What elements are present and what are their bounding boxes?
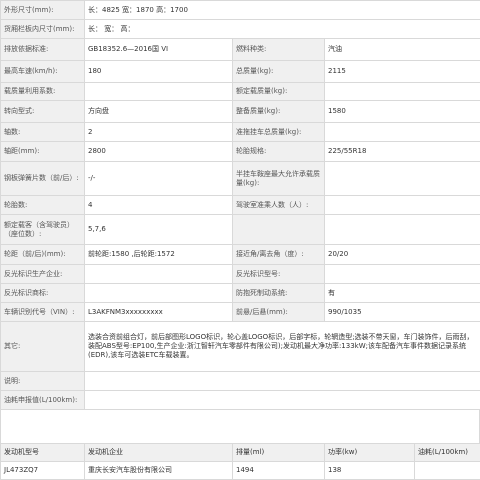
spec-row: 说明: xyxy=(1,372,480,391)
spec-label: 防抱死制动系统: xyxy=(233,284,325,303)
spec-row: 油耗申报值(L/100km): xyxy=(1,391,480,410)
engine-cell: 1494 xyxy=(233,462,325,480)
spec-value xyxy=(325,215,480,245)
engine-column-header: 排量(ml) xyxy=(233,444,325,462)
spec-value: 180 xyxy=(85,61,233,83)
spec-label: 排放依据标准: xyxy=(1,39,85,61)
spec-value: 225/55R18 xyxy=(325,142,480,162)
spec-row: 转向型式:方向盘整备质量(kg):1580 xyxy=(1,101,480,123)
spec-value xyxy=(325,196,480,215)
spec-row: 其它:选装合资前组合灯，前后部图形LOGO标识，轮心盖LOGO标识，后部字标，轮… xyxy=(1,322,480,372)
spec-label: 反光标识型号: xyxy=(233,265,325,284)
spec-value xyxy=(85,265,233,284)
spec-value: L3AKFNM3xxxxxxxxx xyxy=(85,303,233,322)
spec-label: 外形尺寸(mm): xyxy=(1,1,85,20)
spec-row: 轴距(mm):2800轮胎规格:225/55R18 xyxy=(1,142,480,162)
spec-label: 燃料种类: xyxy=(233,39,325,61)
spec-label xyxy=(233,215,325,245)
spec-label: 油耗申报值(L/100km): xyxy=(1,391,85,410)
engine-cell xyxy=(415,462,480,480)
spec-row: 外形尺寸(mm):长：4825 宽：1870 高：1700 xyxy=(1,1,480,20)
spec-row: 车辆识别代号（VIN）:L3AKFNM3xxxxxxxxx前悬/后悬(mm):9… xyxy=(1,303,480,322)
spec-label: 总质量(kg): xyxy=(233,61,325,83)
spec-label: 轴距(mm): xyxy=(1,142,85,162)
spec-value: GB18352.6—2016国 VI xyxy=(85,39,233,61)
spec-label: 轮胎数: xyxy=(1,196,85,215)
spec-row: 反光标识生产企业: 反光标识型号: xyxy=(1,265,480,284)
spec-value xyxy=(325,123,480,142)
spec-value xyxy=(85,284,233,303)
spec-value: 1580 xyxy=(325,101,480,123)
engine-column-header: 发动机企业 xyxy=(85,444,233,462)
spec-label: 其它: xyxy=(1,322,85,372)
spec-value xyxy=(85,83,233,101)
spec-label: 载质量利用系数: xyxy=(1,83,85,101)
spec-row: 轮距（前/后)(mm):前轮距:1580 ,后轮距:1572接近角/离去角（度）… xyxy=(1,245,480,265)
spec-value: 前轮距:1580 ,后轮距:1572 xyxy=(85,245,233,265)
spec-label: 反光标识生产企业: xyxy=(1,265,85,284)
spec-label: 轮距（前/后)(mm): xyxy=(1,245,85,265)
spec-row: 载质量利用系数: 额定载质量(kg): xyxy=(1,83,480,101)
engine-cell: 138 xyxy=(325,462,415,480)
engine-header-row: 发动机型号发动机企业排量(ml)功率(kw)油耗(L/100km) xyxy=(1,444,480,462)
spec-value: 20/20 xyxy=(325,245,480,265)
spec-value: 长：4825 宽：1870 高：1700 xyxy=(85,1,480,20)
spec-value: 2 xyxy=(85,123,233,142)
spec-value: 长： 宽： 高： xyxy=(85,20,480,39)
spec-label: 最高车速(km/h): xyxy=(1,61,85,83)
spec-row: 反光标识商标: 防抱死制动系统:有 xyxy=(1,284,480,303)
spec-row: 轴数:2准拖挂车总质量(kg): xyxy=(1,123,480,142)
spec-label: 整备质量(kg): xyxy=(233,101,325,123)
spec-label: 额定载质量(kg): xyxy=(233,83,325,101)
engine-column-header: 油耗(L/100km) xyxy=(415,444,480,462)
vehicle-spec-table: 外形尺寸(mm):长：4825 宽：1870 高：1700货厢栏板内尺寸(mm)… xyxy=(0,0,480,410)
engine-cell: 重庆长安汽车股份有限公司 xyxy=(85,462,233,480)
spec-label: 说明: xyxy=(1,372,85,391)
spec-label: 轮胎规格: xyxy=(233,142,325,162)
spec-label: 半挂车鞍座最大允许承载质量(kg): xyxy=(233,162,325,196)
engine-table: 发动机型号发动机企业排量(ml)功率(kw)油耗(L/100km)JL473ZQ… xyxy=(0,443,480,480)
spec-value: 5,7,6 xyxy=(85,215,233,245)
spec-label: 前悬/后悬(mm): xyxy=(233,303,325,322)
spec-row: 货厢栏板内尺寸(mm):长： 宽： 高： xyxy=(1,20,480,39)
spec-row: 额定载客（含驾驶员）（座位数）:5,7,6 xyxy=(1,215,480,245)
spec-row: 最高车速(km/h):180总质量(kg):2115 xyxy=(1,61,480,83)
vehicle-spec-page: 外形尺寸(mm):长：4825 宽：1870 高：1700货厢栏板内尺寸(mm)… xyxy=(0,0,480,419)
spec-value: 方向盘 xyxy=(85,101,233,123)
spec-label: 车辆识别代号（VIN）: xyxy=(1,303,85,322)
spec-label: 准拖挂车总质量(kg): xyxy=(233,123,325,142)
spec-label: 钢板弹簧片数（前/后）: xyxy=(1,162,85,196)
table-gap xyxy=(0,410,480,443)
spec-value xyxy=(85,391,480,410)
spec-value: 有 xyxy=(325,284,480,303)
spec-row: 钢板弹簧片数（前/后）:-/-半挂车鞍座最大允许承载质量(kg): xyxy=(1,162,480,196)
spec-value xyxy=(85,372,480,391)
engine-column-header: 发动机型号 xyxy=(1,444,85,462)
spec-label: 驾驶室准乘人数（人）: xyxy=(233,196,325,215)
engine-row: JL473ZQ7重庆长安汽车股份有限公司1494138 xyxy=(1,462,480,480)
spec-value: 990/1035 xyxy=(325,303,480,322)
spec-value: 4 xyxy=(85,196,233,215)
spec-label: 轴数: xyxy=(1,123,85,142)
spec-label: 接近角/离去角（度）: xyxy=(233,245,325,265)
spec-label: 转向型式: xyxy=(1,101,85,123)
spec-value: -/- xyxy=(85,162,233,196)
engine-column-header: 功率(kw) xyxy=(325,444,415,462)
spec-value: 2800 xyxy=(85,142,233,162)
spec-value: 选装合资前组合灯，前后部图形LOGO标识，轮心盖LOGO标识，后部字标，轮辋造型… xyxy=(85,322,480,372)
spec-value xyxy=(325,83,480,101)
spec-value xyxy=(325,265,480,284)
spec-row: 排放依据标准:GB18352.6—2016国 VI燃料种类:汽油 xyxy=(1,39,480,61)
spec-value: 2115 xyxy=(325,61,480,83)
spec-label: 额定载客（含驾驶员）（座位数）: xyxy=(1,215,85,245)
spec-label: 反光标识商标: xyxy=(1,284,85,303)
spec-value xyxy=(325,162,480,196)
spec-value: 汽油 xyxy=(325,39,480,61)
spec-label: 货厢栏板内尺寸(mm): xyxy=(1,20,85,39)
spec-row: 轮胎数:4驾驶室准乘人数（人）: xyxy=(1,196,480,215)
engine-cell: JL473ZQ7 xyxy=(1,462,85,480)
